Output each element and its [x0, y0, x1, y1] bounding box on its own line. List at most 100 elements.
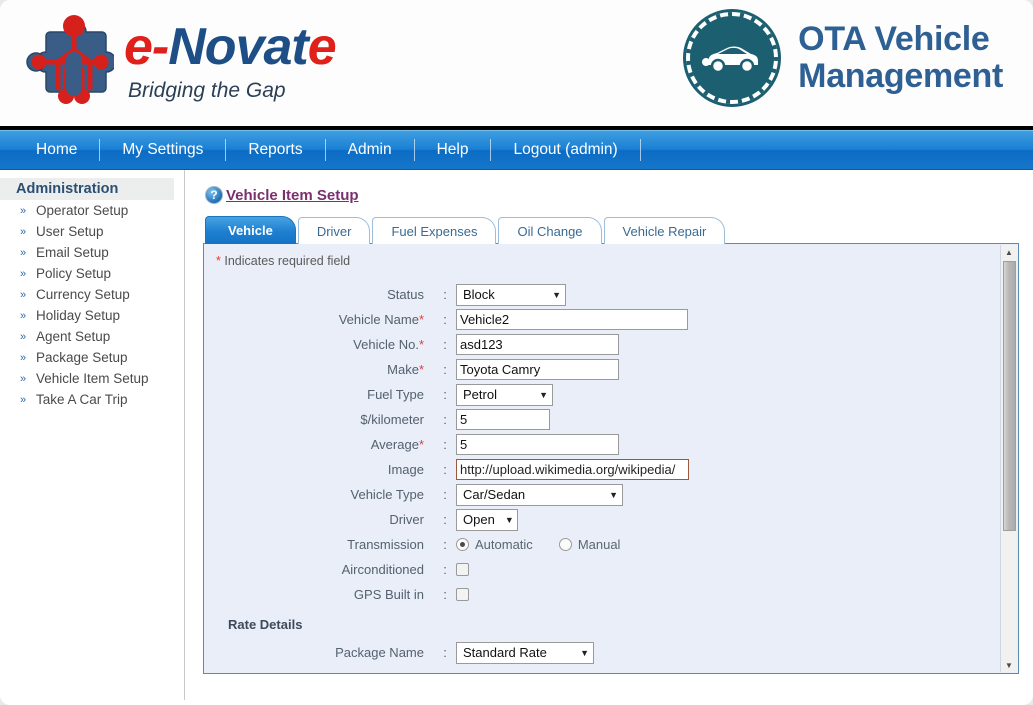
control-image [456, 459, 1018, 480]
tab-vehicle-repair[interactable]: Vehicle Repair [604, 217, 726, 244]
vehicle-no-input[interactable] [456, 334, 619, 355]
scroll-up-arrow[interactable]: ▲ [1001, 245, 1018, 259]
tab-fuel-expenses[interactable]: Fuel Expenses [372, 217, 496, 244]
sidebar-item-label: Email Setup [36, 245, 109, 260]
sidebar-header: Administration [0, 178, 174, 200]
chevron-right-icon: » [20, 289, 24, 301]
sidebar-item-take-a-car-trip[interactable]: » Take A Car Trip [0, 389, 184, 410]
driver-select[interactable]: Open ▼ [456, 509, 518, 531]
form-row-vehicle-no: Vehicle No.* : [216, 332, 1018, 357]
per-kilometer-input[interactable] [456, 409, 550, 430]
control-package-name: Standard Rate ▼ [456, 642, 1018, 664]
chevron-right-icon: » [20, 310, 24, 322]
puzzle-person-icon [22, 10, 114, 110]
control-fuel-type: Petrol ▼ [456, 384, 1018, 406]
main-navigation: Home My Settings Reports Admin Help Logo… [0, 130, 1033, 170]
scrollbar-track[interactable] [1001, 259, 1018, 658]
nav-item-my-settings[interactable]: My Settings [100, 131, 225, 169]
label-airconditioned-text: Airconditioned [342, 562, 424, 577]
control-make [456, 359, 1018, 380]
sidebar-item-holiday-setup[interactable]: » Holiday Setup [0, 305, 184, 326]
page-title-row: ? Vehicle Item Setup [205, 186, 1019, 204]
scroll-down-arrow[interactable]: ▼ [1001, 658, 1018, 672]
label-transmission-text: Transmission [347, 537, 424, 552]
brand-name-part2: Novat [168, 18, 307, 76]
label-vehicle-name: Vehicle Name* [216, 312, 434, 327]
nav-item-logout[interactable]: Logout (admin) [491, 131, 639, 169]
form-row-fuel-type: Fuel Type : Petrol ▼ [216, 382, 1018, 407]
sidebar-item-email-setup[interactable]: » Email Setup [0, 242, 184, 263]
form-scrollbar[interactable]: ▲ ▼ [1000, 245, 1017, 672]
status-select[interactable]: Block ▼ [456, 284, 566, 306]
control-airconditioned [456, 563, 1018, 576]
sidebar-item-agent-setup[interactable]: » Agent Setup [0, 326, 184, 347]
page-header: e-Novate Bridging the Gap OTA Vehicle Ma… [0, 0, 1033, 130]
status-value: Block [463, 287, 495, 302]
make-input[interactable] [456, 359, 619, 380]
transmission-automatic-radio[interactable] [456, 538, 469, 551]
nav-item-help[interactable]: Help [415, 131, 491, 169]
label-make-text: Make [387, 362, 419, 377]
transmission-automatic-label: Automatic [475, 537, 533, 552]
image-url-input[interactable] [456, 459, 689, 480]
colon: : [434, 337, 456, 352]
label-vehicle-type: Vehicle Type [216, 487, 434, 502]
sidebar-item-label: Policy Setup [36, 266, 111, 281]
label-status: Status [216, 287, 434, 302]
nav-item-reports[interactable]: Reports [226, 131, 324, 169]
sidebar-item-label: Package Setup [36, 350, 128, 365]
sidebar-item-label: Holiday Setup [36, 308, 120, 323]
nav-item-admin[interactable]: Admin [326, 131, 414, 169]
form-row-per-kilometer: $/kilometer : [216, 407, 1018, 432]
label-vehicle-no: Vehicle No.* [216, 337, 434, 352]
chevron-right-icon: » [20, 394, 24, 406]
tab-driver[interactable]: Driver [298, 217, 371, 244]
sidebar-item-package-setup[interactable]: » Package Setup [0, 347, 184, 368]
gps-checkbox[interactable] [456, 588, 469, 601]
vehicle-name-input[interactable] [456, 309, 688, 330]
colon: : [434, 512, 456, 527]
sidebar-item-user-setup[interactable]: » User Setup [0, 221, 184, 242]
sidebar-item-policy-setup[interactable]: » Policy Setup [0, 263, 184, 284]
sidebar-item-label: Operator Setup [36, 203, 128, 218]
average-input[interactable] [456, 434, 619, 455]
fuel-type-select[interactable]: Petrol ▼ [456, 384, 553, 406]
package-name-select[interactable]: Standard Rate ▼ [456, 642, 594, 664]
chevron-right-icon: » [20, 352, 24, 364]
nav-item-home[interactable]: Home [14, 131, 99, 169]
chevron-down-icon: ▼ [609, 490, 618, 500]
tab-vehicle[interactable]: Vehicle [205, 216, 296, 244]
sidebar-item-currency-setup[interactable]: » Currency Setup [0, 284, 184, 305]
chevron-right-icon: » [20, 373, 24, 385]
control-vehicle-type: Car/Sedan ▼ [456, 484, 1018, 506]
sidebar-item-label: User Setup [36, 224, 104, 239]
page-title[interactable]: Vehicle Item Setup [226, 187, 359, 204]
sidebar-item-label: Vehicle Item Setup [36, 371, 149, 386]
control-per-kilometer [456, 409, 1018, 430]
label-fuel-type-text: Fuel Type [367, 387, 424, 402]
label-package-name: Package Name [216, 645, 434, 660]
transmission-manual-radio[interactable] [559, 538, 572, 551]
required-note-text: Indicates required field [224, 254, 350, 268]
sidebar-item-vehicle-item-setup[interactable]: » Vehicle Item Setup [0, 368, 184, 389]
transmission-manual-label: Manual [578, 537, 621, 552]
airconditioned-checkbox[interactable] [456, 563, 469, 576]
section-insurance-details: Insurance Details [228, 673, 1018, 674]
question-mark-icon[interactable]: ? [205, 186, 223, 204]
scrollbar-thumb[interactable] [1003, 261, 1016, 531]
car-circle-icon [686, 12, 778, 104]
sidebar-item-label: Agent Setup [36, 329, 110, 344]
tab-oil-change[interactable]: Oil Change [498, 217, 601, 244]
vehicle-type-select[interactable]: Car/Sedan ▼ [456, 484, 623, 506]
app-title: OTA Vehicle Management [798, 21, 1003, 94]
label-status-text: Status [387, 287, 424, 302]
body-area: Administration » Operator Setup » User S… [0, 170, 1033, 700]
label-image-text: Image [388, 462, 424, 477]
sidebar-item-operator-setup[interactable]: » Operator Setup [0, 200, 184, 221]
colon: : [434, 387, 456, 402]
chevron-down-icon: ▼ [539, 390, 548, 400]
chevron-right-icon: » [20, 268, 24, 280]
form-scroll-content: * Indicates required field Status : Bloc… [204, 244, 1018, 673]
form-row-image: Image : [216, 457, 1018, 482]
content-area: ? Vehicle Item Setup Vehicle Driver Fuel… [185, 170, 1033, 700]
